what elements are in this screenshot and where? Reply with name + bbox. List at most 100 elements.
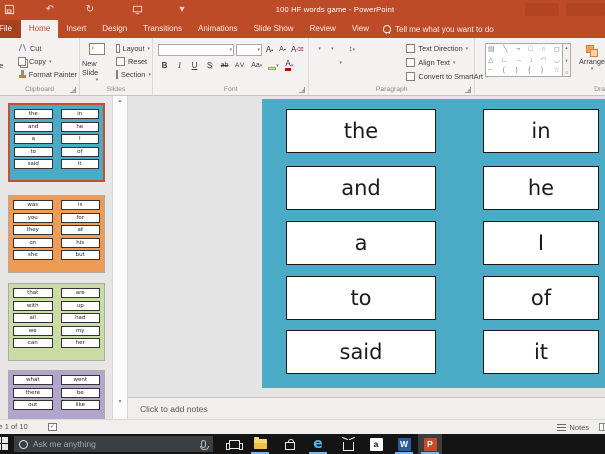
customize-qat-icon[interactable]: ▾ — [176, 4, 188, 16]
slide-thumbnail-1[interactable]: the and a to said in he Iof it — [8, 103, 105, 182]
clipboard-dialog-launcher[interactable] — [70, 87, 76, 93]
character-spacing-button[interactable]: AV — [234, 59, 246, 72]
line-spacing-button[interactable]: ↕▾ — [348, 44, 355, 53]
shapes-gallery[interactable]: ▤ ╲ ¬ □ ○ ◻ △ ∟ → ↓ ◠ ◡ ~ () {} ☆ — [485, 43, 564, 77]
shape-icon[interactable]: ~ — [488, 66, 492, 75]
shape-icon[interactable]: ( — [503, 66, 505, 75]
tab-review[interactable]: Review — [302, 20, 344, 38]
font-size-combo[interactable]: ▾ — [236, 43, 262, 56]
arrange-button[interactable]: Arrange ▾ — [579, 45, 605, 72]
change-case-button[interactable]: Aa ▾ — [250, 59, 263, 72]
slide-thumbnail-4[interactable]: what there out went be like — [8, 370, 105, 419]
shape-icon[interactable]: ○ — [541, 45, 545, 54]
word-card-left-3[interactable]: a — [286, 221, 436, 265]
columns-button[interactable]: ▾ — [339, 57, 342, 66]
shape-icon[interactable]: ◻ — [554, 45, 560, 54]
shape-icon[interactable]: } — [541, 66, 543, 75]
reset-button[interactable]: Reset — [114, 55, 152, 68]
shapes-gallery-scrollbar[interactable]: ▴ ▾ ≡ — [563, 43, 572, 77]
font-color-button[interactable]: A ▾ — [284, 59, 295, 72]
highlight-color-button[interactable]: ▾ — [267, 59, 280, 72]
word-card-left-1[interactable]: the — [286, 109, 436, 153]
slide-thumbnail-3[interactable]: that with all we can are up had my her — [8, 283, 105, 361]
store-button[interactable] — [278, 434, 302, 454]
task-view-button[interactable] — [222, 434, 246, 454]
edge-button[interactable]: e — [306, 434, 330, 454]
cut-button[interactable]: Cut — [16, 42, 79, 55]
shape-icon[interactable]: → — [515, 56, 522, 65]
font-dialog-launcher[interactable] — [299, 87, 306, 93]
normal-view-icon[interactable] — [599, 423, 605, 431]
shape-icon[interactable]: { — [528, 66, 530, 75]
scroll-up-arrow[interactable]: ▲ — [113, 96, 127, 106]
shape-icon[interactable]: ╲ — [503, 45, 507, 54]
bold-button[interactable]: B — [159, 59, 170, 72]
shape-icon[interactable]: ◡ — [554, 56, 560, 65]
clear-formatting-button[interactable]: A ⌫ — [290, 43, 304, 56]
start-button[interactable] — [0, 437, 9, 451]
taskbar-search[interactable] — [14, 436, 213, 452]
tab-view[interactable]: View — [344, 20, 377, 38]
format-painter-button[interactable]: Format Painter — [16, 68, 79, 81]
tell-me-box[interactable]: Tell me what you want to do — [377, 20, 500, 38]
word-card-right-4[interactable]: of — [483, 276, 599, 320]
save-icon[interactable] — [3, 4, 15, 16]
shape-icon[interactable]: ∟ — [501, 56, 508, 65]
shrink-font-button[interactable]: A ▾ — [277, 43, 288, 56]
scroll-down-arrow[interactable]: ▼ — [113, 397, 127, 407]
microphone-icon[interactable] — [200, 440, 209, 450]
redo-icon[interactable]: ↻ — [84, 4, 96, 16]
word-card-right-1[interactable]: in — [483, 109, 599, 153]
tab-slide-show[interactable]: Slide Show — [246, 20, 302, 38]
tab-design[interactable]: Design — [94, 20, 135, 38]
shape-icon[interactable]: □ — [529, 45, 533, 54]
word-card-left-4[interactable]: to — [286, 276, 436, 320]
notes-pane[interactable]: Click to add notes — [128, 397, 605, 419]
shape-icon[interactable]: △ — [488, 56, 493, 65]
new-slide-button[interactable]: New Slide ▾ — [82, 42, 112, 83]
tab-insert[interactable]: Insert — [58, 20, 94, 38]
word-card-right-3[interactable]: I — [483, 221, 599, 265]
notes-toggle-button[interactable]: Notes — [557, 420, 589, 434]
font-name-combo[interactable]: ▾ — [158, 43, 234, 56]
shape-icon[interactable]: ◠ — [540, 56, 546, 65]
slide-thumbnail-2[interactable]: was you they on she is for at his but — [8, 195, 105, 273]
notes-placeholder[interactable]: Click to add notes — [128, 404, 208, 414]
shape-icon[interactable]: ▤ — [488, 45, 495, 54]
tab-transitions[interactable]: Transitions — [135, 20, 190, 38]
grow-font-button[interactable]: A ▴ — [264, 43, 275, 56]
shape-icon[interactable]: ¬ — [516, 45, 520, 54]
layout-button[interactable]: Layout ▾ — [114, 42, 152, 55]
font-size-input[interactable] — [237, 44, 258, 55]
section-button[interactable]: Section ▾ — [114, 68, 152, 81]
tab-animations[interactable]: Animations — [190, 20, 246, 38]
dropbox-button[interactable] — [336, 434, 360, 454]
tab-home[interactable]: Home — [20, 20, 59, 38]
undo-icon[interactable]: ↶ — [44, 4, 56, 16]
amazon-button[interactable]: a — [364, 434, 388, 454]
search-input[interactable] — [33, 439, 201, 449]
powerpoint-button[interactable]: P — [418, 434, 442, 454]
tab-file[interactable]: File — [0, 20, 21, 38]
spell-check-icon[interactable] — [48, 423, 57, 431]
italic-button[interactable]: I — [174, 59, 185, 72]
paragraph-dialog-launcher[interactable] — [465, 87, 472, 93]
slide-editing-area[interactable]: the and a to said in he Iof it — [262, 99, 605, 388]
word-card-right-2[interactable]: he — [483, 166, 599, 210]
strikethrough-button[interactable]: ab — [219, 59, 230, 72]
shape-icon[interactable]: ☆ — [554, 66, 560, 75]
start-slideshow-icon[interactable] — [131, 4, 143, 16]
word-card-left-5[interactable]: said — [286, 330, 436, 374]
shape-icon[interactable]: ) — [515, 66, 517, 75]
thumbnail-scrollbar[interactable]: ▲ ▼ — [112, 96, 128, 419]
word-button[interactable]: W — [392, 434, 416, 454]
word-card-left-2[interactable]: and — [286, 166, 436, 210]
shape-icon[interactable]: ↓ — [530, 56, 534, 65]
file-explorer-button[interactable] — [248, 434, 272, 454]
underline-button[interactable]: U — [189, 59, 200, 72]
copy-button[interactable]: Copy ▾ — [16, 55, 79, 68]
font-name-input[interactable] — [159, 44, 230, 55]
paste-button[interactable]: Paste ▾ — [0, 41, 12, 76]
word-card-right-5[interactable]: it — [483, 330, 599, 374]
text-shadow-button[interactable]: S — [204, 59, 215, 72]
